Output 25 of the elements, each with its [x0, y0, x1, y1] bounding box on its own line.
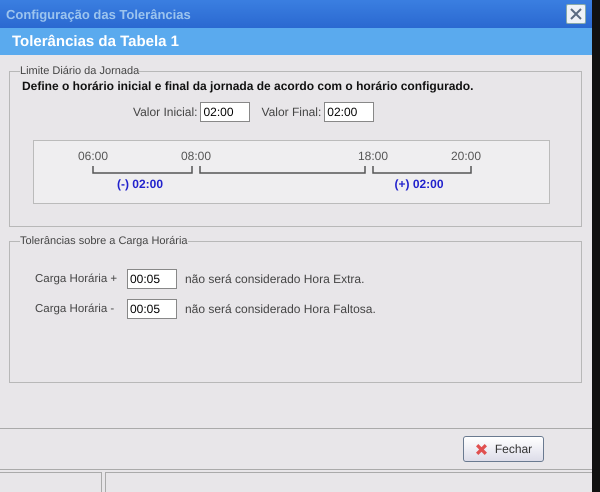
field-note: não será considerado Hora Faltosa.	[185, 302, 376, 316]
time-label: 18:00	[356, 149, 390, 163]
input-field[interactable]: 02:00	[324, 102, 374, 122]
close-icon	[570, 8, 582, 20]
tolerance-label: (-) 02:00	[116, 177, 164, 191]
field-label: Carga Horária +	[35, 273, 118, 285]
input-field[interactable]: 00:05	[127, 299, 177, 319]
field-label: Valor Final:	[261, 105, 322, 119]
time-label: 08:00	[180, 149, 212, 163]
time-label: 06:00	[76, 149, 110, 163]
tolerance-label: (+) 02:00	[393, 177, 445, 191]
close-button[interactable]	[566, 4, 586, 24]
field-note: não será considerado Hora Extra.	[185, 272, 364, 286]
description-text: Define o horário inicial e final da jornada de acordo com o horário configurado.	[22, 79, 474, 93]
group-legend: Tolerâncias sobre a Carga Horária	[20, 235, 188, 247]
window-title: Configuração das Tolerâncias	[6, 6, 191, 22]
field-label: Valor Inicial:	[133, 105, 198, 119]
header-title: Tolerâncias da Tabela 1	[12, 33, 180, 50]
time-label: 20:00	[450, 149, 482, 163]
field-label: Carga Horária -	[35, 303, 116, 315]
input-field[interactable]: 00:05	[127, 269, 177, 289]
input-field[interactable]: 02:00	[200, 102, 250, 122]
x-icon	[474, 442, 488, 456]
close-button[interactable]: Fechar	[463, 436, 544, 462]
group-legend: Limite Diário da Jornada	[20, 65, 140, 77]
